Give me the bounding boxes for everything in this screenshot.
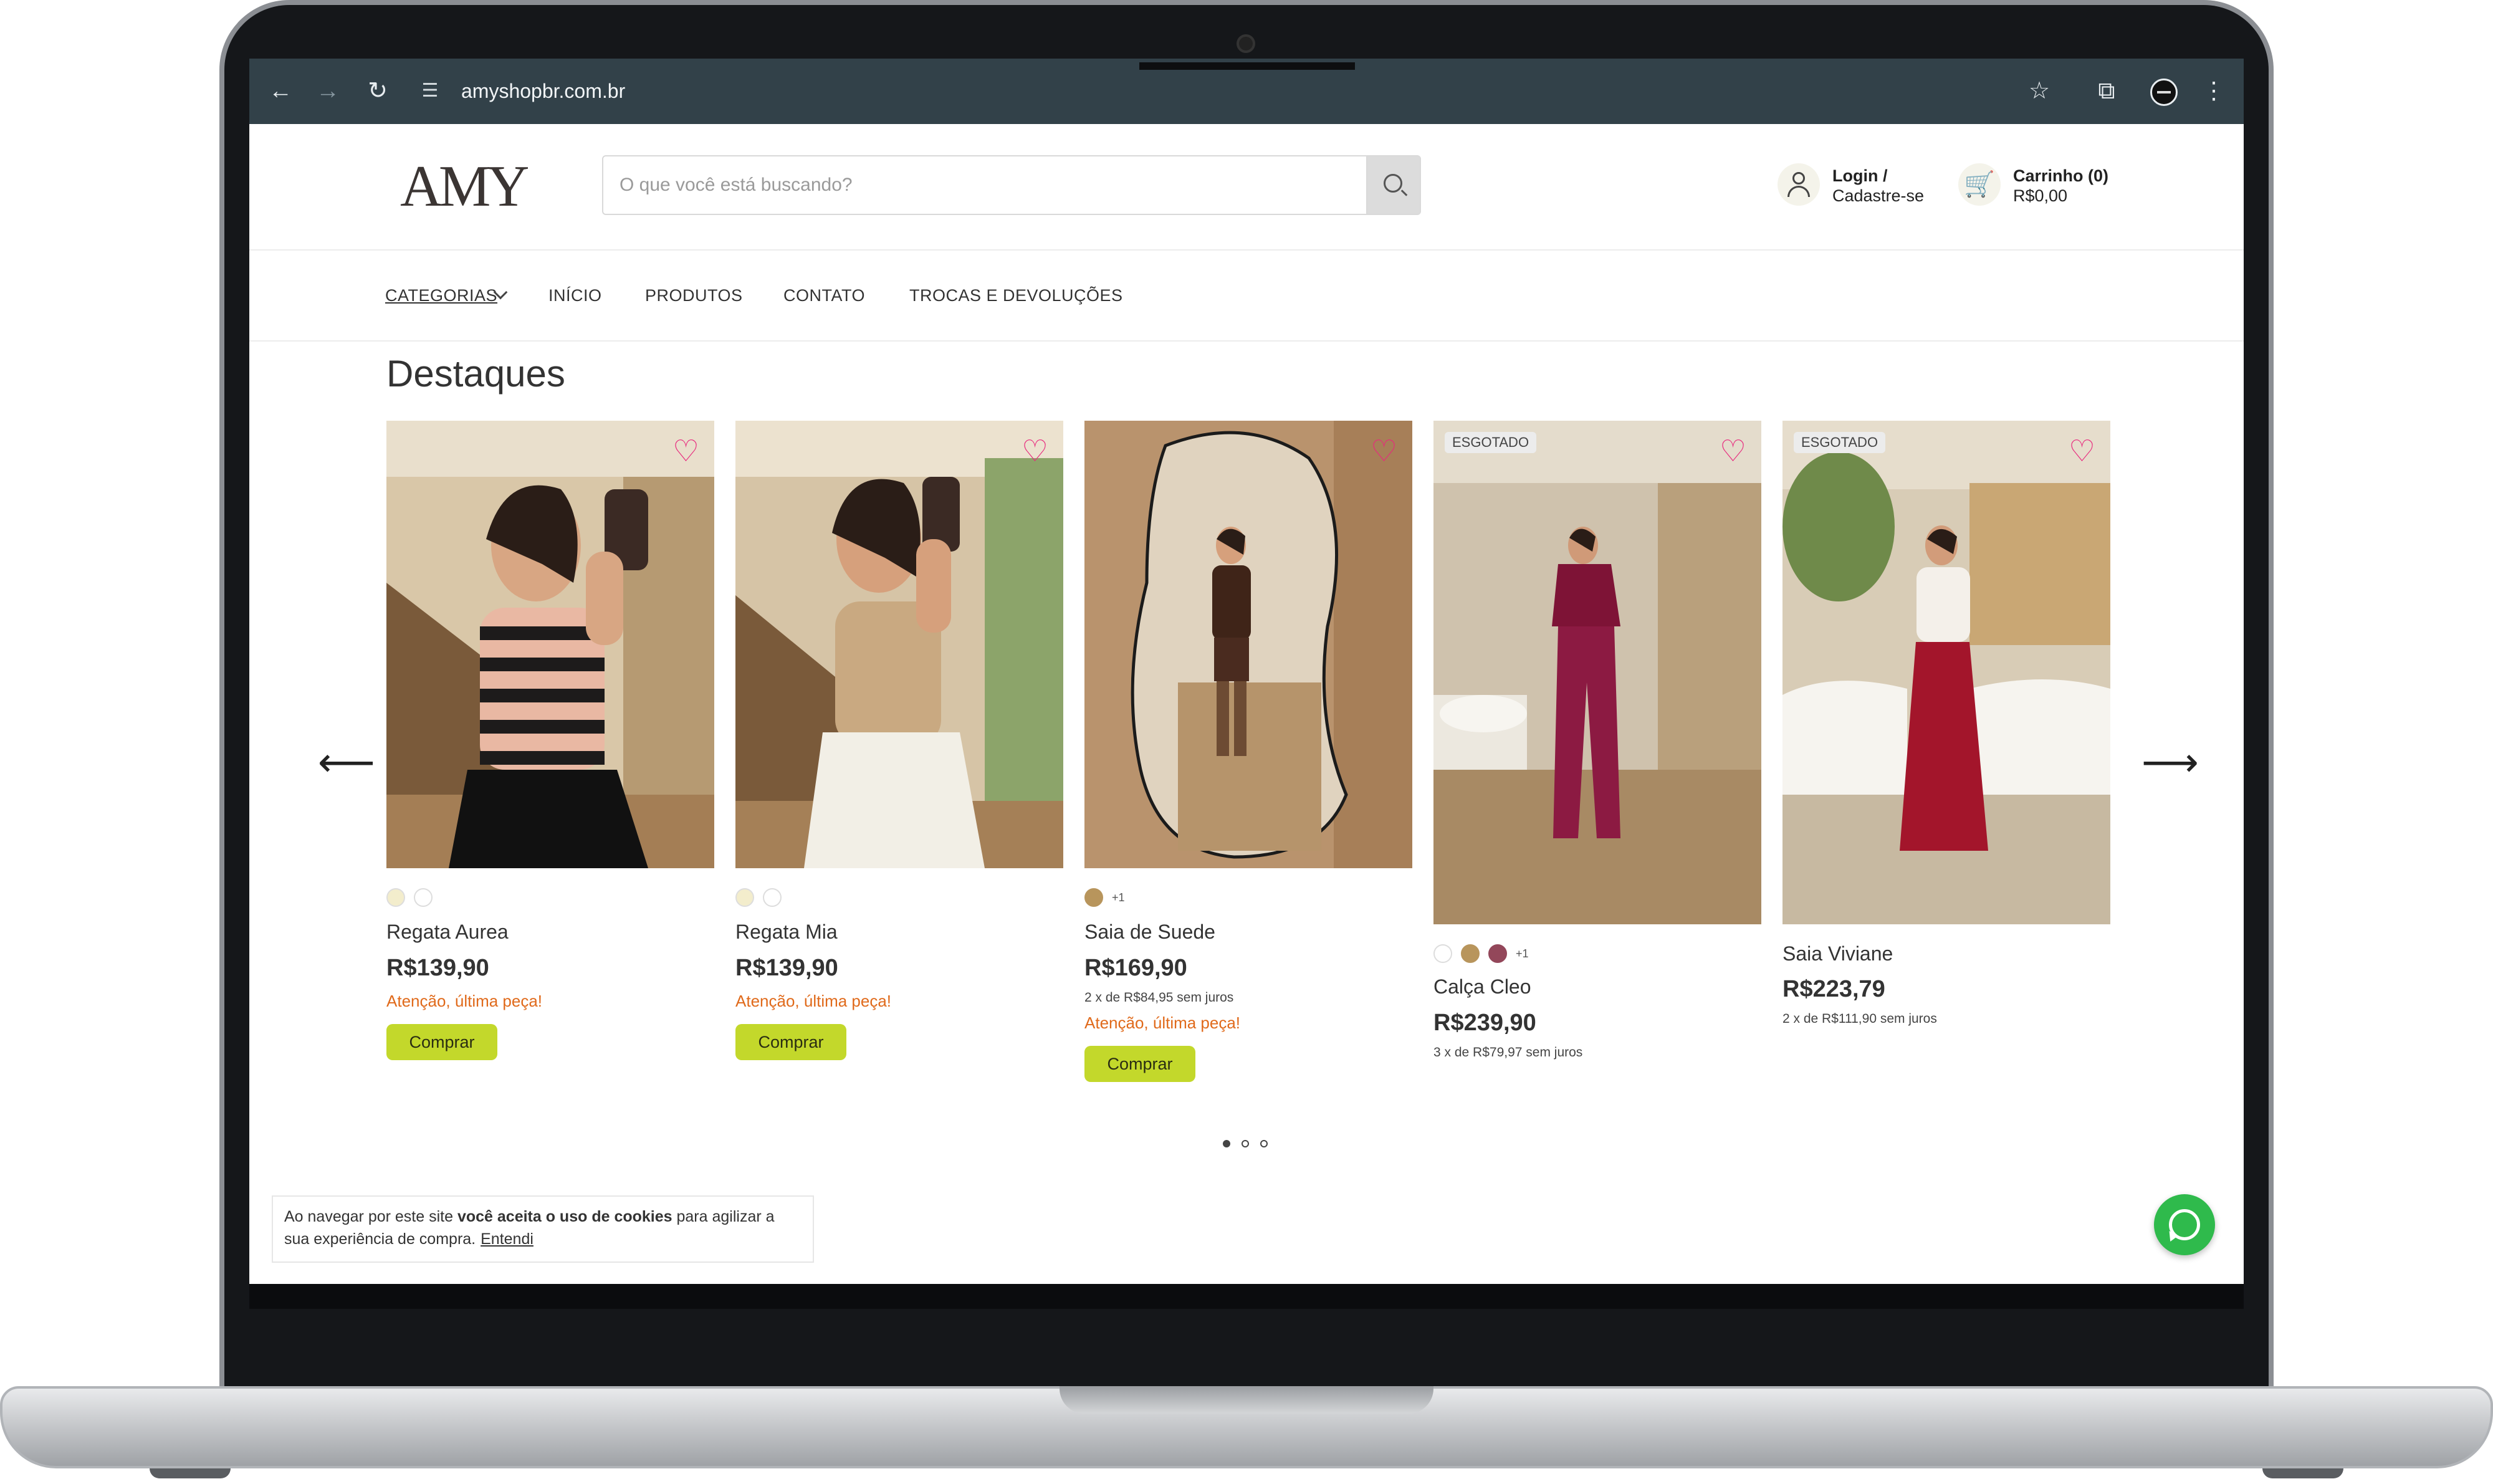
cookie-text-before: Ao navegar por este site: [284, 1208, 457, 1225]
screen-bezel: [249, 1284, 2244, 1309]
carousel-dot[interactable]: [1260, 1140, 1268, 1147]
stock-alert: Atenção, última peça!: [1084, 1013, 1241, 1032]
header-divider: [249, 249, 2244, 251]
product-card[interactable]: ESGOTADO ♡ +1 Calça Cleo R$239,90 3 x de…: [1433, 421, 1761, 1060]
color-swatch[interactable]: [1461, 944, 1480, 963]
product-card[interactable]: ♡ Regata Aurea R$139,90 Atenção, última …: [386, 421, 714, 1060]
color-swatch[interactable]: [763, 888, 782, 907]
heart-icon[interactable]: ♡: [1022, 437, 1048, 467]
search-box: [602, 155, 1421, 215]
section-title: Destaques: [386, 353, 565, 395]
profile-avatar[interactable]: [2150, 79, 2178, 106]
carousel-pagination: [1223, 1139, 1279, 1151]
arrow-left-icon[interactable]: ←: [267, 77, 294, 105]
carousel-prev-arrow-icon[interactable]: ⟵: [318, 742, 375, 782]
laptop-notch: [1139, 62, 1355, 70]
user-icon[interactable]: [1778, 163, 1820, 206]
search-button[interactable]: [1366, 156, 1420, 214]
product-card[interactable]: ♡ Regata Mia R$139,90 Atenção, última pe…: [735, 421, 1063, 1060]
url-text[interactable]: amyshopbr.com.br: [461, 74, 625, 108]
store-logo[interactable]: AMY: [400, 152, 529, 221]
heart-icon[interactable]: ♡: [672, 437, 699, 467]
buy-button[interactable]: Comprar: [1084, 1046, 1195, 1082]
heart-icon[interactable]: ♡: [1720, 437, 1746, 467]
product-price: R$239,90: [1433, 1010, 1536, 1036]
more-colors[interactable]: +1: [1112, 891, 1125, 904]
nav-home[interactable]: INÍCIO: [548, 284, 602, 307]
cookie-text-bold: você aceita o uso de cookies: [457, 1208, 672, 1225]
color-swatches: [386, 888, 441, 909]
search-input[interactable]: [618, 156, 1335, 214]
product-price: R$139,90: [735, 955, 838, 981]
cart-total: R$0,00: [2013, 186, 2068, 205]
color-swatch[interactable]: [414, 888, 433, 907]
color-swatch[interactable]: [1084, 888, 1103, 907]
nav-contact[interactable]: CONTATO: [783, 284, 865, 307]
laptop-base-notch: [1060, 1386, 1433, 1414]
whatsapp-icon[interactable]: [2154, 1194, 2215, 1255]
product-name[interactable]: Regata Mia: [735, 919, 838, 944]
login-label: Login /: [1832, 166, 1888, 185]
carousel-dot[interactable]: [1223, 1140, 1230, 1147]
cookie-banner: Ao navegar por este site você aceita o u…: [272, 1195, 814, 1263]
product-image[interactable]: ♡: [735, 421, 1063, 868]
heart-icon[interactable]: ♡: [1371, 437, 1397, 467]
product-name[interactable]: Saia Viviane: [1782, 941, 1893, 966]
nav-divider: [249, 340, 2244, 342]
color-swatches: [735, 888, 790, 909]
camera-icon: [1237, 34, 1255, 53]
sold-out-badge: ESGOTADO: [1794, 432, 1886, 453]
puzzle-icon[interactable]: ⧉: [2093, 77, 2120, 105]
product-name[interactable]: Calça Cleo: [1433, 974, 1531, 999]
buy-button[interactable]: Comprar: [735, 1024, 846, 1060]
screen: ← → ↻ ☰ amyshopbr.com.br ☆ ⧉ ⋮ AMY Login…: [249, 59, 2244, 1284]
product-image[interactable]: ♡: [1084, 421, 1412, 868]
stock-alert: Atenção, última peça!: [735, 992, 892, 1010]
installments: 3 x de R$79,97 sem juros: [1433, 1045, 1583, 1060]
cart-count: Carrinho (0): [2013, 166, 2109, 185]
color-swatch[interactable]: [735, 888, 754, 907]
cart-link[interactable]: Carrinho (0) R$0,00: [2013, 166, 2108, 206]
register-label: Cadastre-se: [1832, 186, 1925, 205]
address-bar[interactable]: [410, 69, 2105, 113]
login-link[interactable]: Login / Cadastre-se: [1832, 166, 1924, 206]
color-swatch[interactable]: [1488, 944, 1507, 963]
product-price: R$169,90: [1084, 955, 1187, 981]
product-name[interactable]: Regata Aurea: [386, 919, 509, 944]
stock-alert: Atenção, última peça!: [386, 992, 543, 1010]
carousel-next-arrow-icon[interactable]: ⟶: [2141, 742, 2199, 782]
installments: 2 x de R$84,95 sem juros: [1084, 990, 1234, 1005]
kebab-menu-icon[interactable]: ⋮: [2200, 77, 2227, 105]
installments: 2 x de R$111,90 sem juros: [1782, 1012, 1937, 1026]
product-name[interactable]: Saia de Suede: [1084, 919, 1215, 944]
color-swatch[interactable]: [1433, 944, 1452, 963]
search-icon: [1384, 174, 1402, 193]
more-colors[interactable]: +1: [1516, 947, 1529, 960]
arrow-right-icon[interactable]: →: [314, 77, 342, 105]
sold-out-badge: ESGOTADO: [1445, 432, 1537, 453]
star-icon[interactable]: ☆: [2026, 77, 2053, 105]
product-image[interactable]: ♡: [386, 421, 714, 868]
product-image[interactable]: ESGOTADO ♡: [1782, 421, 2110, 924]
color-swatches: +1: [1433, 944, 1529, 965]
buy-button[interactable]: Comprar: [386, 1024, 497, 1060]
laptop-foot-left: [150, 1468, 231, 1478]
site-settings-icon[interactable]: ☰: [416, 77, 444, 105]
nav-products[interactable]: PRODUTOS: [645, 284, 743, 307]
carousel-dot[interactable]: [1242, 1140, 1249, 1147]
product-price: R$139,90: [386, 955, 489, 981]
product-card[interactable]: ESGOTADO ♡ Saia Viviane R$223,79 2 x de …: [1782, 421, 2110, 1026]
cookie-accept-link[interactable]: Entendi: [481, 1230, 534, 1248]
color-swatches: +1: [1084, 888, 1125, 909]
cart-icon[interactable]: 🛒: [1958, 163, 2001, 206]
product-card[interactable]: ♡ +1 Saia de Suede R$169,90 2 x de R$84,…: [1084, 421, 1412, 1082]
color-swatch[interactable]: [386, 888, 405, 907]
reload-icon[interactable]: ↻: [364, 77, 391, 105]
nav-returns[interactable]: TROCAS E DEVOLUÇÕES: [909, 284, 1123, 307]
laptop-foot-right: [2262, 1468, 2343, 1478]
product-price: R$223,79: [1782, 976, 1885, 1002]
nav-categories[interactable]: CATEGORIAS: [385, 284, 497, 307]
product-image[interactable]: ESGOTADO ♡: [1433, 421, 1761, 924]
heart-icon[interactable]: ♡: [2069, 437, 2095, 467]
